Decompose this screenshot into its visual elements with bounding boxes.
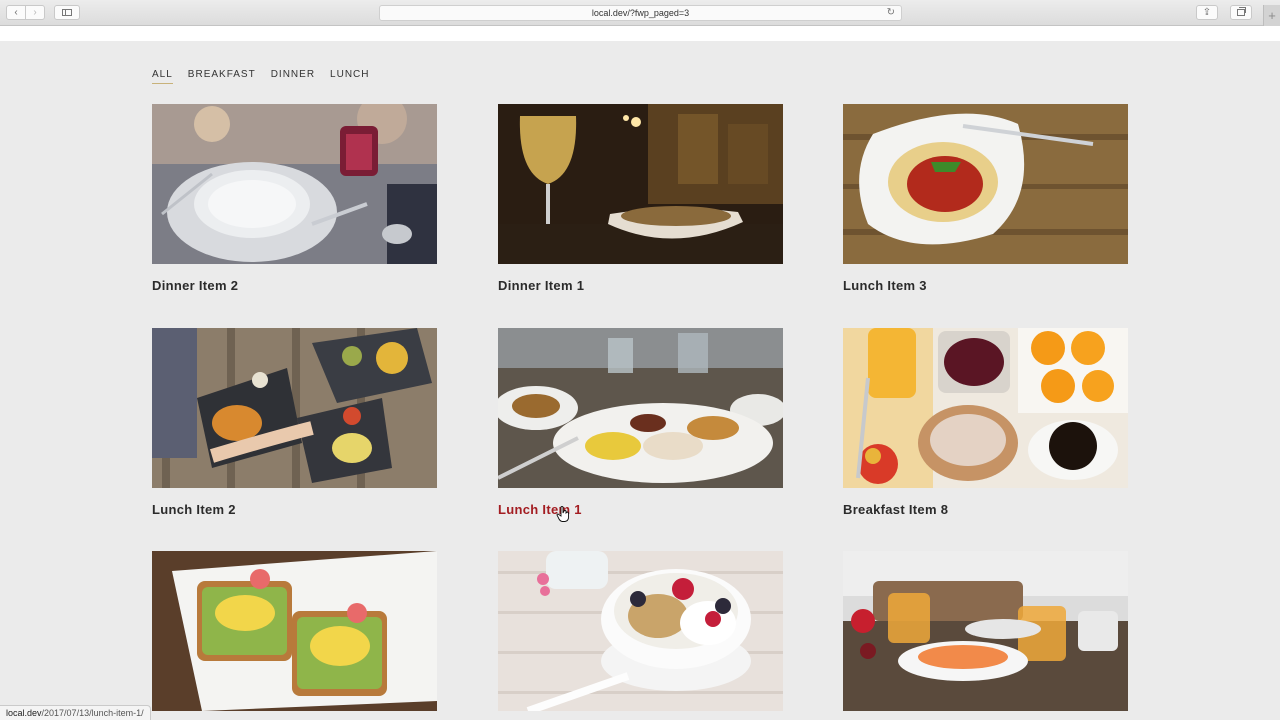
new-tab-button[interactable]: +: [1263, 5, 1280, 26]
filter-lunch[interactable]: LUNCH: [330, 69, 369, 84]
plus-icon: +: [1268, 8, 1276, 23]
post-card: Dinner Item 2: [152, 104, 437, 293]
spaghetti-image[interactable]: [843, 104, 1128, 264]
avocado-toast-image[interactable]: [152, 551, 437, 711]
page-content: ALL BREAKFAST DINNER LUNCH Dinner Item 2…: [0, 26, 1280, 720]
grilled-plate-image[interactable]: [498, 328, 783, 488]
yogurt-bowl-image[interactable]: [498, 551, 783, 711]
post-card: Lunch Item 2: [152, 328, 437, 517]
filter-dinner[interactable]: DINNER: [271, 69, 315, 84]
forward-button[interactable]: ›: [25, 5, 45, 20]
post-title-link[interactable]: Lunch Item 3: [843, 278, 927, 293]
share-icon: ⇪: [1202, 6, 1212, 18]
shared-plates-image[interactable]: [152, 328, 437, 488]
post-title-link[interactable]: Dinner Item 2: [152, 278, 238, 293]
reload-icon[interactable]: ↻: [887, 7, 895, 18]
header-band: [0, 26, 1280, 41]
status-path: /2017/07/13/lunch-item-1/: [41, 708, 144, 718]
post-title-link[interactable]: Breakfast Item 8: [843, 502, 948, 517]
post-card: [498, 551, 783, 711]
sidebar-icon: [62, 9, 72, 16]
hand-cursor-icon: [556, 506, 569, 522]
filter-breakfast[interactable]: BREAKFAST: [188, 69, 256, 84]
post-card: Lunch Item 3: [843, 104, 1128, 293]
back-button[interactable]: ‹: [6, 5, 26, 20]
sidebar-toggle-button[interactable]: [54, 5, 80, 20]
share-button[interactable]: ⇪: [1196, 5, 1218, 20]
url-text: local.dev/?fwp_paged=3: [591, 8, 690, 18]
wine-glass-image[interactable]: [498, 104, 783, 264]
table-setting-image[interactable]: [152, 104, 437, 264]
address-bar[interactable]: local.dev/?fwp_paged=3 ↻: [379, 5, 902, 21]
post-card: [843, 551, 1128, 711]
status-host: local.dev: [6, 708, 42, 718]
post-card: Breakfast Item 8: [843, 328, 1128, 517]
status-bar: local.dev/2017/07/13/lunch-item-1/: [0, 705, 151, 720]
category-filter: ALL BREAKFAST DINNER LUNCH: [152, 69, 370, 84]
post-card: [152, 551, 437, 711]
breakfast-spread-image[interactable]: [843, 328, 1128, 488]
post-card: Lunch Item 1: [498, 328, 783, 517]
chevron-left-icon: ‹: [14, 6, 18, 18]
filter-all[interactable]: ALL: [152, 69, 173, 84]
post-title-link[interactable]: Lunch Item 2: [152, 502, 236, 517]
chevron-right-icon: ›: [33, 6, 37, 18]
brunch-table-image[interactable]: [843, 551, 1128, 711]
tabs-icon: [1237, 7, 1246, 16]
tab-overview-button[interactable]: [1230, 5, 1252, 20]
browser-toolbar: ‹ › local.dev/?fwp_paged=3 ↻ ⇪ +: [0, 0, 1280, 26]
post-title-link[interactable]: Dinner Item 1: [498, 278, 584, 293]
post-card: Dinner Item 1: [498, 104, 783, 293]
